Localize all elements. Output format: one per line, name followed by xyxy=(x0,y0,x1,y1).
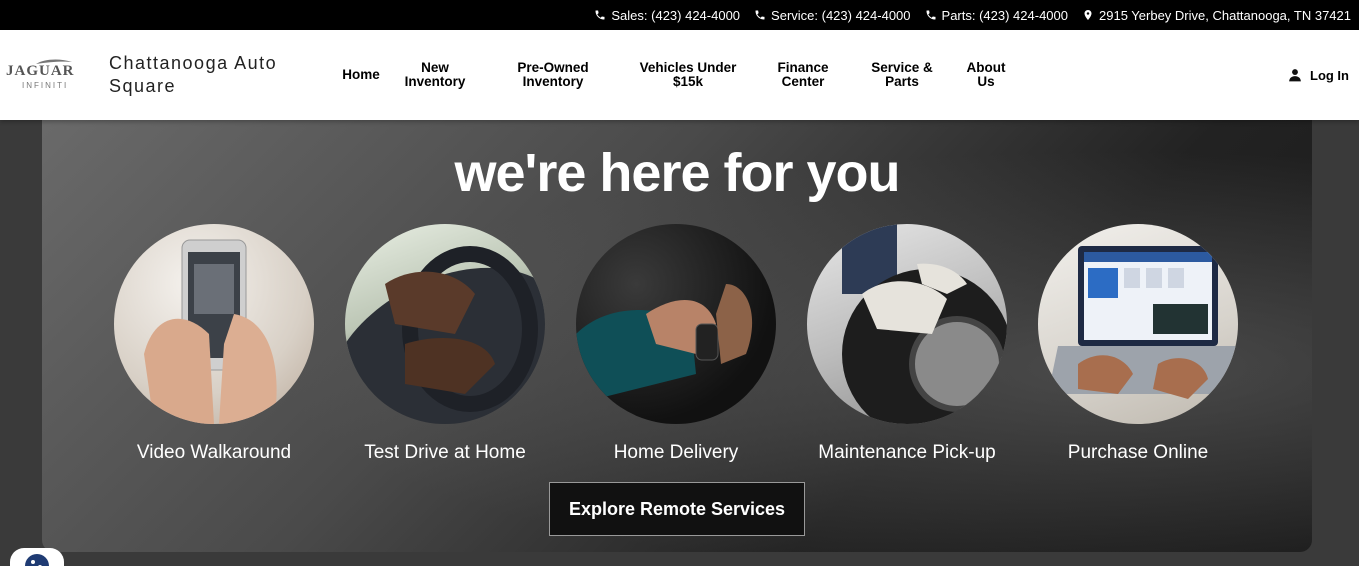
login-button[interactable]: Log In xyxy=(1288,30,1349,120)
nav-about-us[interactable]: About Us xyxy=(960,30,1012,120)
video-walkaround-image xyxy=(114,224,314,424)
logo-line1: JAGUAR xyxy=(6,63,75,79)
service-home-delivery[interactable]: Home Delivery xyxy=(561,224,791,464)
maintenance-image xyxy=(807,224,1007,424)
service-maintenance-pick-up[interactable]: Maintenance Pick-up xyxy=(792,224,1022,464)
nav-service-parts[interactable]: Service & Parts xyxy=(866,30,938,120)
nav-pre-owned-inventory[interactable]: Pre-Owned Inventory xyxy=(506,30,600,120)
phone-icon xyxy=(926,10,936,20)
test-drive-image xyxy=(345,224,545,424)
user-icon xyxy=(1289,69,1301,82)
parts-phone-link[interactable]: Parts: (423) 424-4000 xyxy=(925,8,1068,23)
address-link[interactable]: 2915 Yerbey Drive, Chattanooga, TN 37421 xyxy=(1082,8,1351,23)
service-phone-text: Service: (423) 424-4000 xyxy=(771,7,911,23)
login-label: Log In xyxy=(1310,67,1349,83)
phone-icon xyxy=(595,10,605,20)
service-label: Video Walkaround xyxy=(136,442,292,463)
dealer-name[interactable]: Chattanooga Auto Square xyxy=(109,52,309,98)
service-label: Test Drive at Home xyxy=(364,442,526,463)
remote-services-hero: we're here for you Video Walkaround Test… xyxy=(42,90,1312,552)
service-phone-link[interactable]: Service: (423) 424-4000 xyxy=(754,7,911,23)
service-label: Purchase Online xyxy=(1067,442,1209,463)
service-purchase-online[interactable]: Purchase Online xyxy=(1023,224,1253,464)
nav-vehicles-under-15k[interactable]: Vehicles Under $15k xyxy=(632,30,744,120)
site-header: JAGUAR INFINITI Chattanooga Auto Square … xyxy=(0,30,1359,120)
service-video-walkaround[interactable]: Video Walkaround xyxy=(99,224,329,464)
purchase-online-image xyxy=(1038,224,1238,424)
home-delivery-image xyxy=(576,224,776,424)
phone-icon xyxy=(755,10,765,20)
hero-heading: we're here for you xyxy=(454,143,901,203)
cookie-settings-button[interactable] xyxy=(10,548,64,566)
nav-finance-center[interactable]: Finance Center xyxy=(770,30,836,120)
explore-remote-services-button[interactable]: Explore Remote Services xyxy=(549,482,805,536)
parts-phone-text: Parts: (423) 424-4000 xyxy=(941,7,1068,23)
contact-bar: Sales: (423) 424-4000 Service: (423) 424… xyxy=(0,0,1359,30)
sales-phone-link[interactable]: Sales: (423) 424-4000 xyxy=(594,8,740,23)
logo-line2: INFINITI xyxy=(22,81,69,90)
cookie-icon xyxy=(25,554,49,566)
service-list: Video Walkaround Test Drive at Home Home… xyxy=(42,224,1312,474)
address-text: 2915 Yerbey Drive, Chattanooga, TN 37421 xyxy=(1099,7,1351,23)
map-pin-icon xyxy=(1084,10,1092,20)
service-label: Maintenance Pick-up xyxy=(818,442,996,463)
sales-phone-text: Sales: (423) 424-4000 xyxy=(611,7,741,23)
service-test-drive-at-home[interactable]: Test Drive at Home xyxy=(330,224,560,464)
nav-new-inventory[interactable]: New Inventory xyxy=(398,30,472,120)
brand-logo[interactable]: JAGUAR INFINITI xyxy=(6,58,98,94)
service-label: Home Delivery xyxy=(613,442,739,463)
nav-home[interactable]: Home xyxy=(334,30,388,120)
